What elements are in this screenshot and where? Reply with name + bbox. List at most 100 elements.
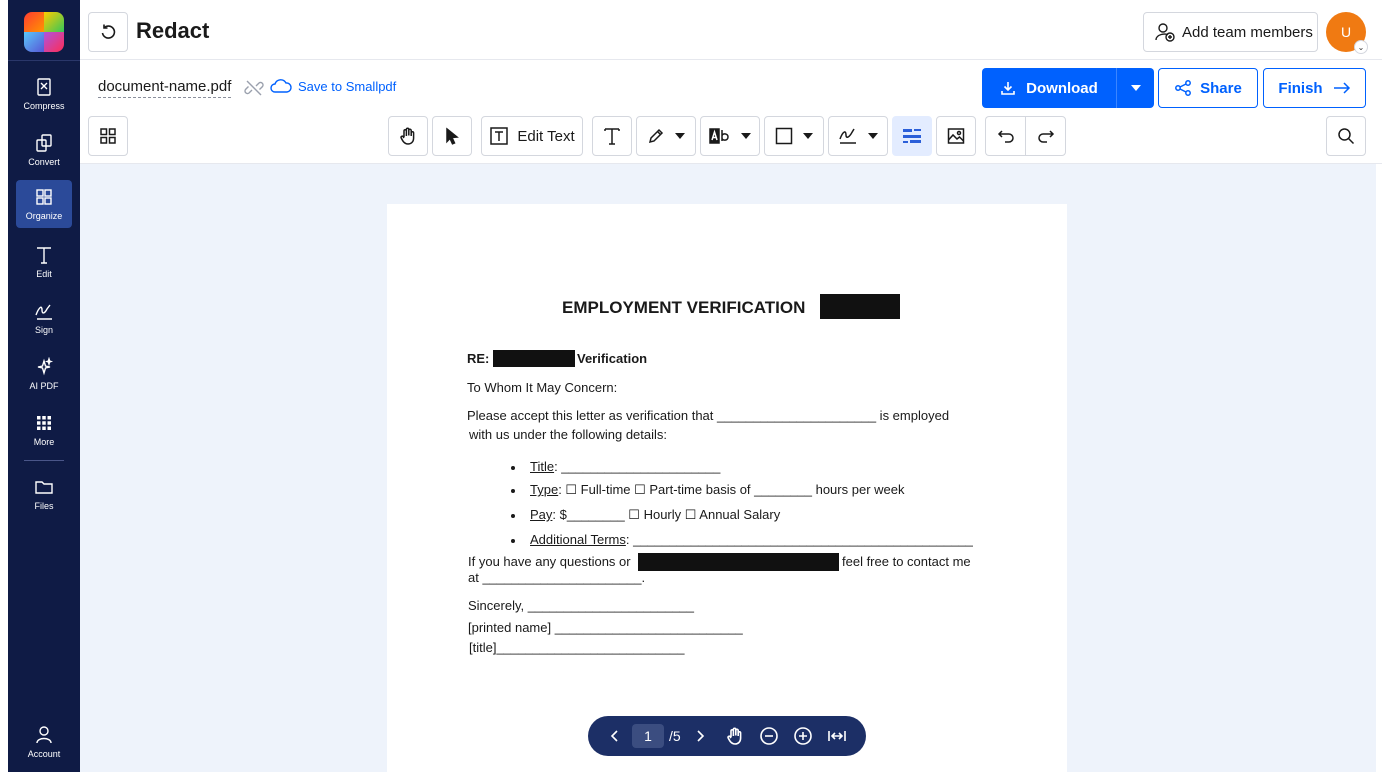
title-line: [title]__________________________ bbox=[469, 640, 685, 655]
document-toolbar: document-name.pdf Save to Smallpdf Downl… bbox=[80, 60, 1382, 164]
sidebar-item-organize[interactable]: Organize bbox=[16, 180, 72, 228]
chevron-left-icon[interactable] bbox=[608, 729, 622, 743]
draw-tool-button[interactable] bbox=[636, 116, 696, 156]
text-style-button[interactable] bbox=[700, 116, 760, 156]
list-item-label: Type bbox=[530, 482, 559, 497]
download-options-button[interactable] bbox=[1117, 68, 1154, 108]
sidebar-item-more[interactable]: More bbox=[16, 406, 72, 454]
chevron-down-icon bbox=[1130, 85, 1141, 91]
redact-tool-button[interactable] bbox=[892, 116, 932, 156]
thumbnails-button[interactable] bbox=[88, 116, 128, 156]
sidebar: Compress Convert Organize Edit Sign AI P… bbox=[8, 0, 80, 772]
shape-tool-button[interactable] bbox=[764, 116, 824, 156]
greeting: To Whom It May Concern: bbox=[467, 380, 618, 395]
page-title: Redact bbox=[136, 18, 210, 43]
sidebar-item-convert[interactable]: Convert bbox=[16, 126, 72, 174]
page-number-input[interactable]: 1 bbox=[632, 724, 664, 748]
select-tool-button[interactable] bbox=[432, 116, 472, 156]
redaction-box[interactable] bbox=[820, 294, 900, 319]
sidebar-item-label: Edit bbox=[36, 269, 52, 279]
undo-history-button[interactable] bbox=[88, 12, 128, 52]
list-item-terms: Additional Terms: ______________________… bbox=[530, 532, 973, 547]
user-icon bbox=[36, 726, 52, 744]
share-icon bbox=[1175, 80, 1192, 96]
sidebar-item-sign[interactable]: Sign bbox=[16, 294, 72, 342]
paragraph-line: feel free to contact me bbox=[842, 554, 971, 569]
paragraph-line: with us under the following details: bbox=[469, 427, 668, 442]
redo-icon bbox=[1037, 130, 1054, 143]
document-canvas[interactable]: EMPLOYMENT VERIFICATION RE: Verification… bbox=[80, 164, 1376, 772]
add-team-members-button[interactable]: Add team members bbox=[1143, 12, 1318, 52]
list-item-label: Additional Terms bbox=[530, 532, 626, 547]
grid-dots-icon bbox=[37, 416, 51, 430]
add-team-members-label: Add team members bbox=[1182, 23, 1313, 41]
chevron-down-icon bbox=[868, 133, 878, 139]
chevron-down-icon bbox=[741, 133, 751, 139]
font-style-icon bbox=[709, 128, 729, 144]
signature-icon bbox=[35, 304, 52, 320]
share-button[interactable]: Share bbox=[1158, 68, 1258, 108]
sidebar-item-compress[interactable]: Compress bbox=[16, 70, 72, 118]
list-item-pay: Pay: $________ ☐ Hourly ☐ Annual Salary bbox=[530, 507, 780, 523]
sidebar-item-edit[interactable]: Edit bbox=[16, 238, 72, 286]
list-item-title: Title: ______________________ bbox=[530, 459, 720, 474]
arrow-right-icon bbox=[1333, 82, 1350, 94]
edit-text-icon bbox=[37, 247, 51, 264]
sidebar-item-label: Organize bbox=[25, 211, 63, 221]
cloud-icon bbox=[270, 79, 292, 93]
pan-tool-button[interactable] bbox=[388, 116, 428, 156]
sidebar-item-ai-pdf[interactable]: AI PDF bbox=[16, 350, 72, 398]
redo-button[interactable] bbox=[1025, 116, 1066, 156]
sidebar-item-files[interactable]: Files bbox=[16, 470, 72, 518]
redaction-box[interactable] bbox=[493, 350, 575, 367]
edit-text-label: Edit Text bbox=[517, 127, 575, 145]
sidebar-item-label: Convert bbox=[28, 157, 60, 167]
edit-text-box-icon bbox=[490, 127, 509, 145]
document-name[interactable]: document-name.pdf bbox=[98, 78, 232, 98]
top-header: Redact Add team members U ⌄ bbox=[80, 0, 1382, 60]
document-heading: EMPLOYMENT VERIFICATION bbox=[562, 298, 806, 317]
list-item-label: Pay bbox=[530, 507, 553, 522]
chevron-down-icon bbox=[675, 133, 685, 139]
zoom-in-icon[interactable] bbox=[793, 726, 813, 746]
image-icon bbox=[947, 128, 965, 144]
page-navigator: 1 /5 bbox=[588, 716, 866, 756]
search-button[interactable] bbox=[1326, 116, 1366, 156]
rectangle-icon bbox=[775, 127, 793, 145]
paragraph-line: at ______________________. bbox=[468, 570, 646, 585]
page-total: /5 bbox=[669, 728, 681, 744]
download-label: Download bbox=[1026, 79, 1098, 97]
paragraph-line: If you have any questions or bbox=[468, 554, 631, 569]
add-text-button[interactable] bbox=[592, 116, 632, 156]
sign-tool-button[interactable] bbox=[828, 116, 888, 156]
printed-name-line: [printed name] _________________________… bbox=[468, 620, 743, 635]
chevron-right-icon[interactable] bbox=[693, 729, 707, 743]
bullet-dot bbox=[511, 466, 515, 470]
download-button[interactable]: Download bbox=[982, 68, 1116, 108]
pencil-icon bbox=[648, 128, 664, 144]
insert-image-button[interactable] bbox=[936, 116, 976, 156]
undo-icon bbox=[997, 130, 1014, 143]
download-split-button: Download bbox=[982, 68, 1154, 108]
zoom-out-icon[interactable] bbox=[759, 726, 779, 746]
folder-icon bbox=[35, 481, 53, 494]
edit-text-button[interactable]: Edit Text bbox=[481, 116, 583, 156]
smallpdf-logo[interactable] bbox=[24, 12, 64, 52]
pdf-page[interactable]: EMPLOYMENT VERIFICATION RE: Verification… bbox=[387, 204, 1067, 772]
sidebar-item-label: AI PDF bbox=[29, 381, 59, 391]
bullet-dot bbox=[511, 539, 515, 543]
finish-button[interactable]: Finish bbox=[1263, 68, 1366, 108]
sidebar-item-account[interactable]: Account bbox=[16, 718, 72, 766]
save-to-smallpdf-label: Save to Smallpdf bbox=[298, 78, 397, 94]
history-back-icon bbox=[101, 24, 116, 39]
avatar[interactable]: U ⌄ bbox=[1326, 12, 1368, 54]
undo-button[interactable] bbox=[985, 116, 1025, 156]
fit-width-icon[interactable] bbox=[827, 728, 847, 744]
redact-icon bbox=[903, 129, 921, 143]
hand-icon bbox=[400, 127, 415, 145]
hand-icon[interactable] bbox=[725, 726, 745, 746]
save-to-smallpdf-link[interactable]: Save to Smallpdf bbox=[270, 78, 396, 94]
redaction-box[interactable] bbox=[638, 553, 839, 571]
convert-icon bbox=[36, 134, 52, 152]
list-item-value: : ______________________ bbox=[554, 459, 721, 474]
